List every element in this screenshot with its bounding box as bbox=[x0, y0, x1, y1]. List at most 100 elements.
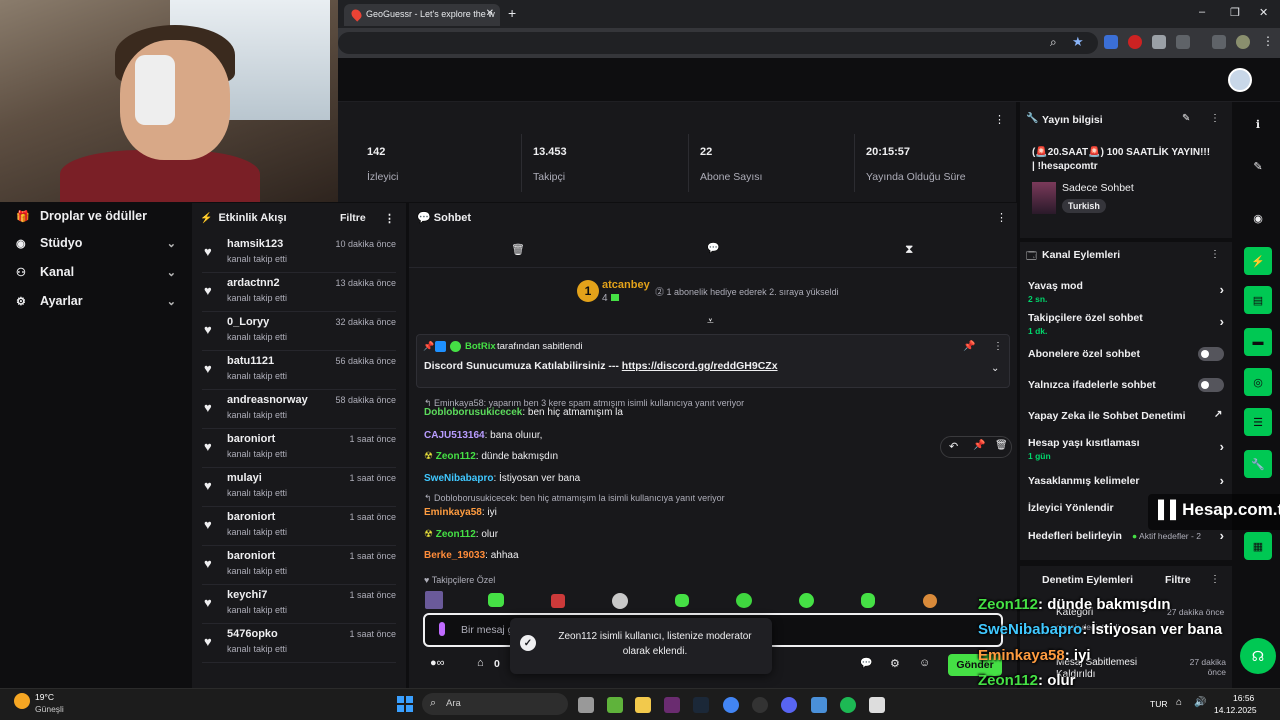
profile-icon[interactable] bbox=[1236, 35, 1250, 49]
chat-message[interactable]: CAJU513164: bana oluıur, bbox=[424, 430, 542, 441]
weather-temp[interactable]: 19°C bbox=[35, 692, 54, 702]
clock-time[interactable]: 16:56 bbox=[1233, 693, 1254, 703]
activity-menu-icon[interactable]: ⋮ bbox=[384, 212, 395, 225]
maximize-button[interactable]: ❐ bbox=[1230, 6, 1240, 19]
channel-action-row[interactable]: Hesap yaşı kısıtlaması 1 gün › bbox=[1028, 437, 1224, 461]
panel-menu-icon[interactable]: ⋮ bbox=[1210, 249, 1220, 260]
nav-item-drops[interactable]: 🎁 Droplar ve ödüller bbox=[16, 206, 176, 226]
pinned-message[interactable]: 📌 BotRix tarafından sabitlendi 📌 ⋮ Disco… bbox=[416, 334, 1010, 388]
extension-icon[interactable] bbox=[1128, 35, 1142, 49]
activity-item[interactable]: ♥ hamsik123 10 dakika önce kanalı takip ett… bbox=[202, 234, 396, 273]
document-icon[interactable]: ▤ bbox=[1244, 286, 1272, 314]
language-indicator[interactable]: TUR bbox=[1150, 699, 1167, 709]
close-window-button[interactable]: ✕ bbox=[1259, 6, 1268, 19]
stats-menu-icon[interactable]: ⋮ bbox=[994, 113, 1005, 126]
pin-icon[interactable]: 📌 bbox=[973, 440, 985, 451]
chat-mode-icon[interactable]: 💬 bbox=[707, 243, 719, 254]
emote[interactable] bbox=[425, 591, 443, 609]
activity-item[interactable]: ♥ baroniort 1 saat önce kanalı takip etti bbox=[202, 429, 396, 468]
activity-item[interactable]: ♥ baroniort 1 saat önce kanalı takip etti bbox=[202, 507, 396, 546]
panel-menu-icon[interactable]: ⋮ bbox=[1210, 113, 1220, 124]
app-icon[interactable] bbox=[811, 697, 827, 713]
chat-username[interactable]: Eminkaya58 bbox=[424, 507, 482, 518]
address-bar[interactable] bbox=[338, 32, 1098, 54]
extension-icon[interactable] bbox=[1104, 35, 1118, 49]
toggle-switch[interactable] bbox=[1198, 378, 1224, 392]
nav-item-studio[interactable]: ◉ Stüdyo ⌄ bbox=[16, 233, 176, 253]
trash-icon[interactable]: 🗑 bbox=[995, 440, 1008, 451]
bookmark-star-icon[interactable]: ★ bbox=[1072, 34, 1084, 50]
steam-icon[interactable] bbox=[693, 697, 709, 713]
avatar[interactable] bbox=[1228, 68, 1252, 92]
chat-username[interactable]: SweNibabapro bbox=[424, 473, 493, 484]
activity-filter-button[interactable]: Filtre bbox=[340, 212, 366, 224]
channel-action-row[interactable]: Yavaş mod 2 sn. › bbox=[1028, 280, 1224, 304]
chat-bubble-icon[interactable]: ▬ bbox=[1244, 328, 1272, 356]
chat-message[interactable]: Dobloborusukicecek: ben hiç atmamışım la bbox=[424, 407, 623, 418]
channel-action-row[interactable]: Hedefleri belirleyin ● Aktif hedefler - 2… bbox=[1028, 528, 1224, 543]
media-icon[interactable] bbox=[1212, 35, 1226, 49]
activity-item[interactable]: ♥ batu1121 56 dakika önce kanalı takip etti bbox=[202, 351, 396, 390]
new-tab-button[interactable]: + bbox=[508, 5, 516, 21]
emote[interactable] bbox=[675, 594, 689, 607]
network-icon[interactable]: ⌂ bbox=[1176, 697, 1182, 708]
minecraft-icon[interactable] bbox=[607, 697, 623, 713]
channel-action-row[interactable]: Abonelere özel sohbet bbox=[1028, 347, 1224, 361]
channel-action-row[interactable]: Yapay Zeka ile Sohbet Denetimi ↗ bbox=[1028, 409, 1224, 422]
chat-message[interactable]: Berke_19033: ahhaa bbox=[424, 550, 519, 561]
app-icon[interactable] bbox=[664, 697, 680, 713]
edit-pencil-icon[interactable]: ✎ bbox=[1182, 113, 1190, 124]
tag-badge[interactable]: Turkish bbox=[1062, 199, 1106, 213]
reply-icon[interactable]: ↶ bbox=[949, 440, 958, 453]
capcut-icon[interactable] bbox=[869, 697, 885, 713]
emote[interactable] bbox=[923, 594, 937, 608]
support-headset-icon[interactable]: ☊ bbox=[1240, 638, 1276, 674]
shield-extension-icon[interactable] bbox=[1152, 35, 1166, 49]
activity-item[interactable]: ♥ 0_Loryy 32 dakika önce kanalı takip etti bbox=[202, 312, 396, 351]
chat-username[interactable]: Dobloborusukicecek bbox=[424, 407, 522, 418]
edit-pencil-icon[interactable]: ✎ bbox=[1244, 152, 1272, 180]
panel-menu-icon[interactable]: ⋮ bbox=[1210, 574, 1220, 585]
channel-points-icon[interactable]: ●∞ bbox=[430, 657, 445, 669]
browser-menu-icon[interactable]: ⋮ bbox=[1262, 34, 1274, 48]
clapper-icon[interactable]: ▦ bbox=[1244, 532, 1272, 560]
emote[interactable] bbox=[799, 593, 814, 608]
category-name[interactable]: Sadece Sohbet bbox=[1062, 182, 1134, 194]
task-view-icon[interactable] bbox=[578, 697, 594, 713]
camera-icon[interactable]: ◉ bbox=[1244, 204, 1272, 232]
activity-item[interactable]: ♥ baroniort 1 saat önce kanalı takip etti bbox=[202, 546, 396, 585]
moderation-filter-button[interactable]: Filtre bbox=[1165, 574, 1191, 586]
wrench-icon[interactable]: 🔧 bbox=[1244, 450, 1272, 478]
taskbar-search[interactable]: ⌕ Ara bbox=[422, 693, 568, 715]
nav-item-settings[interactable]: ⚙ Ayarlar ⌄ bbox=[16, 291, 176, 311]
leader-name[interactable]: atcanbey bbox=[602, 279, 650, 291]
emote[interactable] bbox=[551, 594, 565, 608]
chevron-down-icon[interactable]: ⌄ bbox=[991, 363, 999, 374]
emote-picker-icon[interactable]: ☺ bbox=[919, 657, 930, 669]
gear-icon[interactable]: ⚙ bbox=[890, 657, 900, 670]
activity-item[interactable]: ♥ ardactnn2 13 dakika önce kanalı takip ett… bbox=[202, 273, 396, 312]
activity-item[interactable]: ♥ 5476opko 1 saat önce kanalı takip etti bbox=[202, 624, 396, 663]
windows-start-icon[interactable] bbox=[397, 696, 413, 712]
chat-username[interactable]: Zeon112 bbox=[436, 451, 476, 462]
zoom-icon[interactable]: ⌕ bbox=[1050, 35, 1057, 50]
weather-desc[interactable]: Güneşli bbox=[35, 704, 64, 714]
chat-menu-icon[interactable]: ⋮ bbox=[996, 211, 1007, 224]
extensions-puzzle-icon[interactable] bbox=[1176, 35, 1190, 49]
close-tab-icon[interactable]: ✕ bbox=[486, 8, 494, 19]
chat-message[interactable]: SweNibabapro: İstiyosan ver bana bbox=[424, 473, 580, 484]
emote[interactable] bbox=[612, 593, 628, 609]
emote[interactable] bbox=[736, 593, 752, 608]
spotify-icon[interactable] bbox=[840, 697, 856, 713]
channel-action-row[interactable]: Yalnızca ifadelerle sohbet bbox=[1028, 378, 1224, 392]
chat-message[interactable]: Eminkaya58: iyi bbox=[424, 507, 497, 518]
file-explorer-icon[interactable] bbox=[635, 697, 651, 713]
trash-icon[interactable]: 🗑 bbox=[511, 243, 525, 256]
activity-item[interactable]: ♥ keychi7 1 saat önce kanalı takip etti bbox=[202, 585, 396, 624]
mic-icon[interactable] bbox=[439, 622, 445, 636]
broadcast-icon[interactable]: ◎ bbox=[1244, 368, 1272, 396]
bolt-icon[interactable]: ⚡ bbox=[1244, 247, 1272, 275]
clock-date[interactable]: 14.12.2025 bbox=[1214, 705, 1257, 715]
chat-username[interactable]: Zeon112 bbox=[436, 529, 476, 540]
chrome-icon[interactable] bbox=[723, 697, 739, 713]
